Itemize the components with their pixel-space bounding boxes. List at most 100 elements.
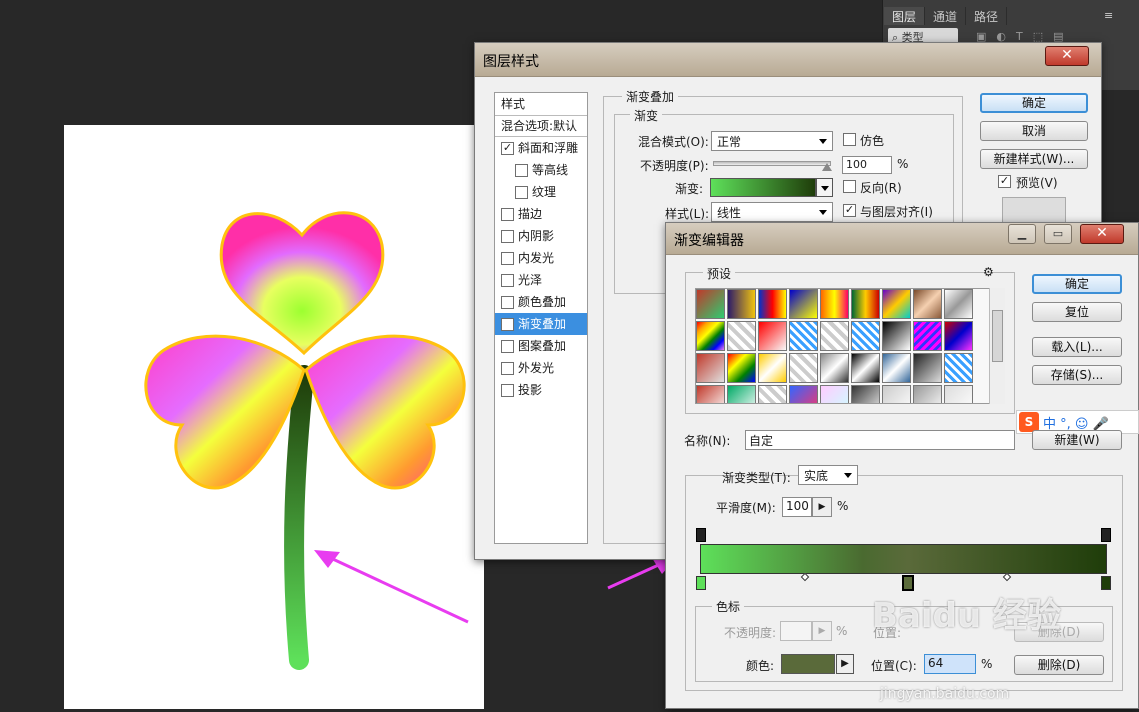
preset-swatches[interactable] xyxy=(695,288,1005,404)
preset-swatch[interactable] xyxy=(758,289,787,319)
style-item[interactable]: 混合选项:默认 xyxy=(495,115,587,137)
preset-swatch[interactable] xyxy=(882,289,911,319)
gradient-dropdown[interactable] xyxy=(816,178,833,197)
close-button[interactable]: ✕ xyxy=(1045,46,1089,66)
new-button[interactable]: 新建(W) xyxy=(1032,430,1122,450)
gradient-bar[interactable] xyxy=(700,544,1107,574)
style-item[interactable]: 投影 xyxy=(495,379,587,401)
style-item-checkbox[interactable] xyxy=(501,229,514,243)
preset-swatch[interactable] xyxy=(944,289,973,319)
style-item-checkbox[interactable] xyxy=(501,339,514,353)
style-item-checkbox[interactable] xyxy=(501,295,514,309)
style-item[interactable]: 内发光 xyxy=(495,247,587,269)
preset-swatch[interactable] xyxy=(820,385,849,403)
preset-swatch[interactable] xyxy=(696,385,725,403)
opacity-slider[interactable] xyxy=(713,161,831,166)
ok-button[interactable]: 确定 xyxy=(980,93,1088,113)
reverse-checkbox[interactable] xyxy=(843,180,856,193)
style-item-checkbox[interactable]: ✓ xyxy=(501,141,514,155)
preset-swatch[interactable] xyxy=(696,321,725,351)
close-button[interactable]: ✕ xyxy=(1080,224,1124,244)
preset-swatch[interactable] xyxy=(758,321,787,351)
dither-checkbox[interactable] xyxy=(843,133,856,146)
stop-color-swatch[interactable] xyxy=(781,654,835,674)
preset-swatch[interactable] xyxy=(851,289,880,319)
preset-swatch[interactable] xyxy=(696,353,725,383)
save-button[interactable]: 存储(S)... xyxy=(1032,365,1122,385)
preview-checkbox[interactable]: ✓ xyxy=(998,175,1011,188)
preset-swatch[interactable] xyxy=(944,321,973,351)
tab-layers[interactable]: 图层 xyxy=(884,7,926,25)
tab-channels[interactable]: 通道 xyxy=(925,7,967,25)
style-item-checkbox[interactable]: ✓ xyxy=(501,317,514,331)
color-stop-start[interactable] xyxy=(696,576,706,590)
color-stop-end[interactable] xyxy=(1101,576,1111,590)
stop-location-input[interactable]: 64 xyxy=(924,654,976,674)
blend-mode-select[interactable]: 正常 xyxy=(711,131,833,151)
preset-swatch[interactable] xyxy=(882,353,911,383)
style-item[interactable]: 图案叠加 xyxy=(495,335,587,357)
style-item[interactable]: ✓ 渐变叠加 xyxy=(495,313,587,335)
ok-button[interactable]: 确定 xyxy=(1032,274,1122,294)
smoothness-stepper[interactable]: ▶ xyxy=(812,497,832,517)
style-item[interactable]: 外发光 xyxy=(495,357,587,379)
preset-swatch[interactable] xyxy=(820,321,849,351)
preset-swatch[interactable] xyxy=(913,321,942,351)
maximize-button[interactable]: ▭ xyxy=(1044,224,1072,244)
style-item[interactable]: 颜色叠加 xyxy=(495,291,587,313)
style-item-checkbox[interactable] xyxy=(501,273,514,287)
smoothness-input[interactable]: 100 xyxy=(782,497,812,517)
preset-swatch[interactable] xyxy=(789,321,818,351)
preset-swatch[interactable] xyxy=(944,385,973,403)
preset-scrollbar[interactable] xyxy=(989,288,1005,404)
style-item-checkbox[interactable] xyxy=(501,361,514,375)
tab-paths[interactable]: 路径 xyxy=(966,7,1008,25)
preset-swatch[interactable] xyxy=(758,385,787,403)
new-style-button[interactable]: 新建样式(W)... xyxy=(980,149,1088,169)
cancel-button[interactable]: 取消 xyxy=(980,121,1088,141)
preset-swatch[interactable] xyxy=(789,385,818,403)
preset-swatch[interactable] xyxy=(789,353,818,383)
style-item-checkbox[interactable] xyxy=(515,163,528,177)
preset-swatch[interactable] xyxy=(882,385,911,403)
preset-swatch[interactable] xyxy=(913,353,942,383)
layer-style-titlebar[interactable]: 图层样式 xyxy=(475,43,1101,77)
preset-swatch[interactable] xyxy=(820,353,849,383)
load-button[interactable]: 载入(L)... xyxy=(1032,337,1122,357)
preset-swatch[interactable] xyxy=(727,385,756,403)
reset-button[interactable]: 复位 xyxy=(1032,302,1122,322)
style-item[interactable]: ✓ 斜面和浮雕 xyxy=(495,137,587,159)
stop-delete-button[interactable]: 删除(D) xyxy=(1014,655,1104,675)
style-item-checkbox[interactable] xyxy=(515,185,528,199)
style-select[interactable]: 线性 xyxy=(711,202,833,222)
preset-swatch[interactable] xyxy=(820,289,849,319)
preset-swatch[interactable] xyxy=(851,321,880,351)
preset-swatch[interactable] xyxy=(882,321,911,351)
opacity-stop-left[interactable] xyxy=(696,528,706,542)
style-item[interactable]: 光泽 xyxy=(495,269,587,291)
style-item[interactable]: 内阴影 xyxy=(495,225,587,247)
preset-swatch[interactable] xyxy=(696,289,725,319)
style-item[interactable]: 描边 xyxy=(495,203,587,225)
preset-swatch[interactable] xyxy=(789,289,818,319)
gear-icon[interactable]: ⚙ xyxy=(983,265,994,279)
style-item[interactable]: 等高线 xyxy=(495,159,587,181)
preset-swatch[interactable] xyxy=(944,353,973,383)
type-select[interactable]: 实底 xyxy=(798,465,858,485)
preset-swatch[interactable] xyxy=(913,385,942,403)
style-item-checkbox[interactable] xyxy=(501,251,514,265)
minimize-button[interactable]: ▁ xyxy=(1008,224,1036,244)
style-item-checkbox[interactable] xyxy=(501,383,514,397)
stop-color-menu[interactable]: ▶ xyxy=(836,654,854,674)
align-checkbox[interactable]: ✓ xyxy=(843,204,856,217)
preset-swatch[interactable] xyxy=(851,353,880,383)
style-item[interactable]: 样式 xyxy=(495,93,587,115)
preset-swatch[interactable] xyxy=(851,385,880,403)
preset-swatch[interactable] xyxy=(913,289,942,319)
opacity-stop-right[interactable] xyxy=(1101,528,1111,542)
gradient-preview[interactable] xyxy=(710,178,816,197)
style-item-checkbox[interactable] xyxy=(501,207,514,221)
preset-swatch[interactable] xyxy=(727,353,756,383)
preset-swatch[interactable] xyxy=(727,321,756,351)
scrollbar-thumb[interactable] xyxy=(992,310,1003,362)
